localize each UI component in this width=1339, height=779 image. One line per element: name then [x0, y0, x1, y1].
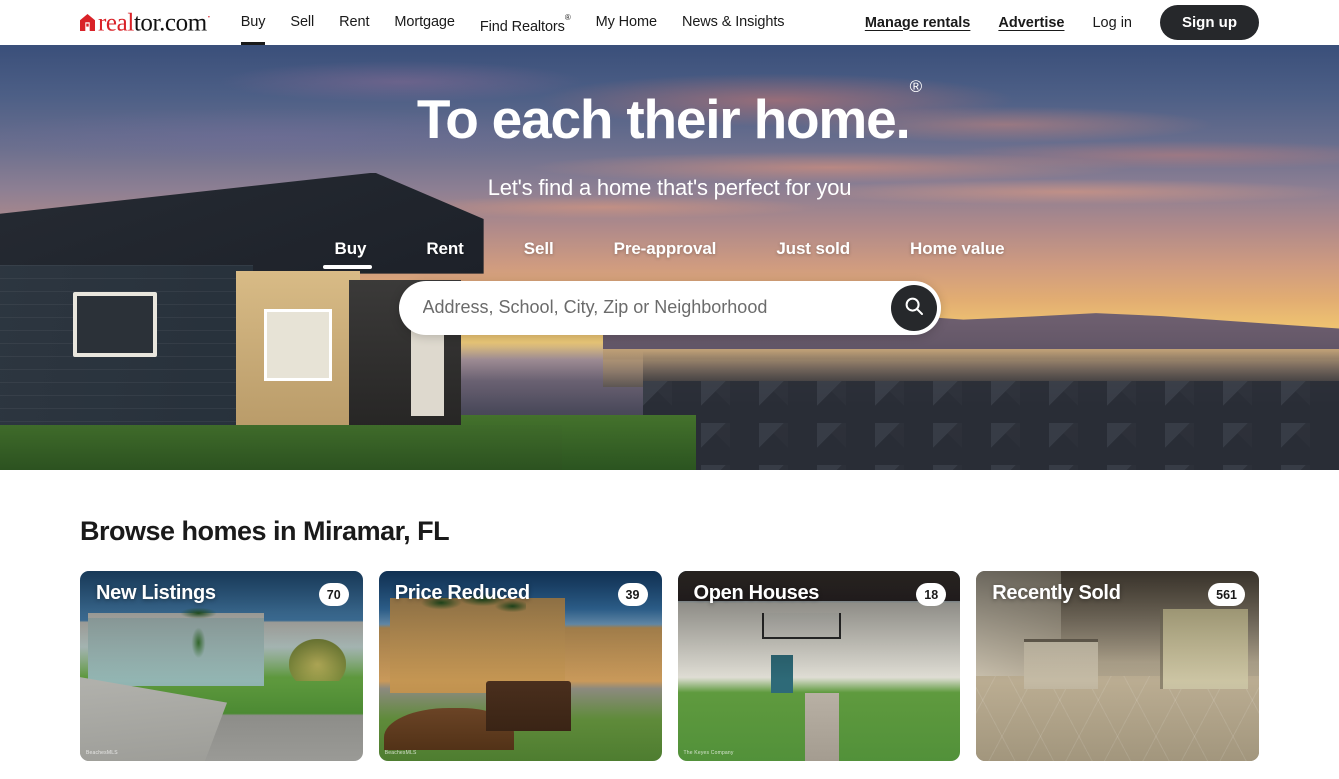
registered-mark-icon: ®	[564, 12, 571, 22]
header-actions: Manage rentals Advertise Log in Sign up	[865, 5, 1259, 40]
card-label-new-listings: New Listings	[96, 582, 216, 604]
nav-item-buy[interactable]: Buy	[240, 0, 266, 45]
registered-trademark-icon: ®	[909, 77, 923, 97]
hero-tab-pre-approval[interactable]: Pre-approval	[584, 239, 747, 275]
logo-wordmark: realtor.com·	[98, 10, 211, 35]
card-attribution: BeachesMLS	[384, 750, 417, 756]
search-input[interactable]	[398, 297, 941, 319]
nav-item-sell[interactable]: Sell	[290, 0, 314, 45]
nav-item-news-insights[interactable]: News & Insights	[681, 0, 785, 45]
card-count-badge-price-reduced: 39	[617, 583, 648, 606]
hero-tab-sell[interactable]: Sell	[494, 239, 584, 275]
card-count-badge-new-listings: 70	[318, 583, 349, 606]
logo-text-torcom: tor.com	[133, 9, 207, 37]
browse-card-new-listings[interactable]: New Listings 70 BeachesMLS	[80, 571, 363, 761]
nav-label-my-home: My Home	[595, 14, 657, 30]
main-navigation: Buy Sell Rent Mortgage Find Realtors® My…	[240, 0, 785, 45]
card-attribution: The Keyes Company	[683, 750, 734, 756]
nav-item-rent[interactable]: Rent	[339, 0, 369, 45]
logo-registered-dot: ·	[206, 8, 211, 24]
hero-section: To each their home.® Let's find a home t…	[0, 45, 1339, 470]
nav-label-news-insights: News & Insights	[681, 14, 785, 30]
nav-label-rent: Rent	[339, 14, 370, 30]
browse-heading: Browse homes in Miramar, FL	[80, 516, 450, 546]
next-section-peek	[80, 761, 1259, 772]
page-title: To each their home.®	[0, 78, 1339, 150]
log-in-link[interactable]: Log in	[1092, 15, 1132, 31]
card-label-price-reduced: Price Reduced	[394, 582, 530, 604]
search-box	[398, 280, 941, 335]
realtor-logo[interactable]: realtor.com·	[80, 10, 211, 35]
search-submit-button[interactable]	[890, 284, 937, 331]
browse-cards-grid: New Listings 70 BeachesMLS Price Reduced…	[80, 571, 1259, 761]
hero-tabs: Buy Rent Sell Pre-approval Just sold Hom…	[0, 239, 1339, 275]
hero-content: To each their home.® Let's find a home t…	[0, 45, 1339, 335]
sign-up-button[interactable]: Sign up	[1160, 5, 1259, 40]
browse-section: Browse homes in Miramar, FL New Listings…	[0, 470, 1339, 772]
hero-tab-buy[interactable]: Buy	[305, 239, 397, 275]
hero-subtitle: Let's find a home that's perfect for you	[487, 174, 852, 200]
browse-card-recently-sold[interactable]: Recently Sold 561	[976, 571, 1259, 761]
card-count-badge-open-houses: 18	[916, 583, 947, 606]
hero-tab-rent[interactable]: Rent	[396, 239, 493, 275]
card-attribution: BeachesMLS	[86, 750, 118, 756]
nav-label-buy: Buy	[240, 14, 266, 30]
card-label-open-houses: Open Houses	[693, 582, 820, 604]
browse-card-price-reduced[interactable]: Price Reduced 39 BeachesMLS	[378, 571, 662, 761]
hero-search-area	[0, 280, 1339, 335]
site-header: realtor.com· Buy Sell Rent Mortgage Find…	[0, 0, 1339, 45]
card-count-badge-recently-sold: 561	[1208, 583, 1245, 606]
nav-label-mortgage: Mortgage	[394, 14, 455, 30]
advertise-link[interactable]: Advertise	[998, 15, 1064, 31]
nav-item-mortgage[interactable]: Mortgage	[394, 0, 455, 45]
hero-neighborhood-rooftops	[642, 351, 1339, 470]
search-icon	[904, 296, 924, 319]
house-icon	[80, 13, 95, 31]
manage-rentals-link[interactable]: Manage rentals	[865, 15, 971, 31]
nav-item-my-home[interactable]: My Home	[596, 0, 657, 45]
logo-text-real: real	[98, 9, 134, 37]
nav-item-find-realtors[interactable]: Find Realtors®	[480, 0, 571, 45]
hero-tab-home-value[interactable]: Home value	[880, 239, 1034, 275]
card-label-recently-sold: Recently Sold	[992, 582, 1121, 604]
hero-tab-just-sold[interactable]: Just sold	[746, 239, 880, 275]
nav-label-sell: Sell	[290, 14, 315, 30]
nav-label-find-realtors: Find Realtors	[479, 18, 565, 35]
browse-card-open-houses[interactable]: Open Houses 18 The Keyes Company	[677, 571, 961, 761]
hero-title-text: To each their home.	[416, 88, 911, 150]
